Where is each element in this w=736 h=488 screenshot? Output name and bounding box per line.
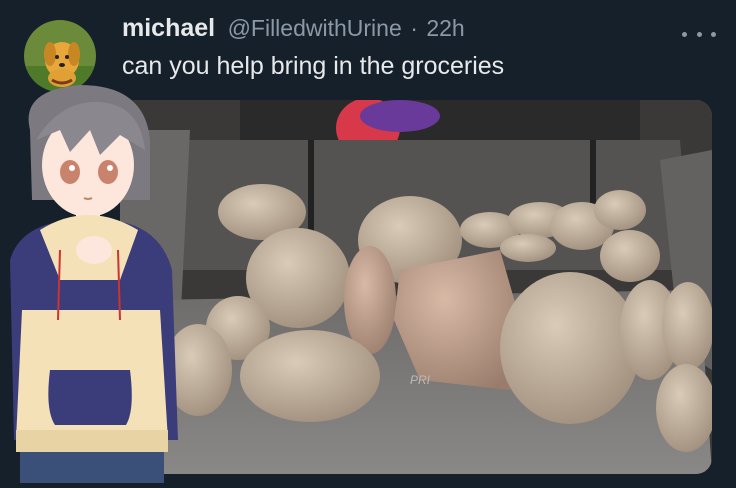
header-separator: · [410,15,418,41]
tweet-header: michael @FilledwithUrine · 22h [122,14,676,48]
more-dots-icon [696,31,702,37]
more-dots-icon [711,31,716,37]
display-name[interactable]: michael [122,14,215,42]
tweet-media[interactable]: PRI [120,100,712,474]
anime-girl-sticker [0,80,190,483]
timestamp[interactable]: 22h [426,15,464,41]
anime-girl-icon [10,85,178,483]
more-options-button[interactable] [682,22,716,46]
more-dots-icon [682,31,687,37]
tweet-text: can you help bring in the groceries [122,52,505,80]
trunk-rocks-photo: PRI [120,100,712,474]
tweet: michael @FilledwithUrine · 22h can you h… [0,0,736,483]
user-handle[interactable]: @FilledwithUrine [228,15,402,41]
trunk-badge-text: PRI [410,373,431,387]
